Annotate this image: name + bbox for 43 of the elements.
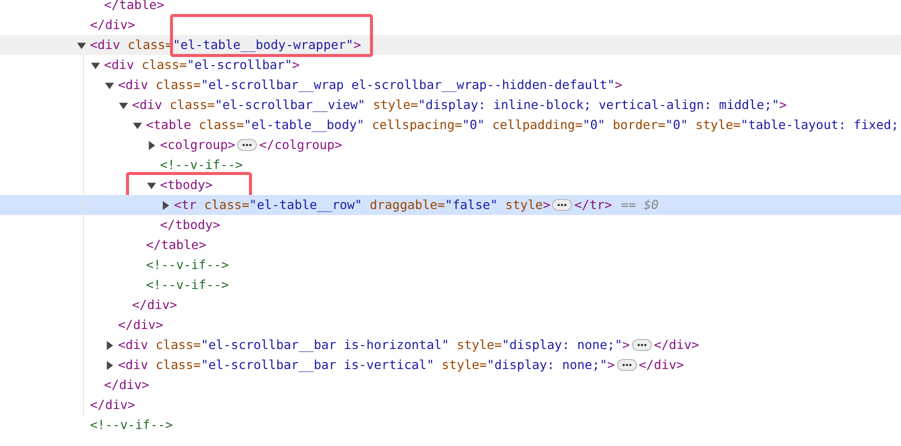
expand-arrow-icon[interactable] (105, 340, 114, 350)
html-tag-text[interactable]: <!--v-if--> (160, 158, 243, 172)
collapsed-content-button[interactable] (632, 339, 652, 351)
expand-arrow-icon[interactable] (77, 40, 86, 50)
ellipsis-icon (636, 343, 647, 347)
closing-tag-text: </div> (654, 338, 699, 352)
html-tag-text[interactable]: <table class="el-table__body" cellspacing="0" cellpadding="0" border="0" style="table-layout: fixed; (146, 118, 899, 132)
closing-tag-text: </colgroup> (259, 138, 342, 152)
html-tag-text[interactable]: </div> (104, 378, 150, 392)
html-tag-text[interactable]: </div> (132, 298, 178, 312)
html-tag-text[interactable]: <!--v-if--> (146, 258, 229, 272)
expand-arrow-icon[interactable] (105, 360, 114, 370)
closing-tag-text: </div> (638, 358, 684, 372)
ellipsis-icon (622, 363, 632, 367)
expand-arrow-icon[interactable] (91, 60, 100, 70)
ellipsis-icon (242, 143, 252, 147)
html-tag-text[interactable]: <div class="el-scrollbar__view" style="display: inline-block; vertical-align: middle;"> (132, 98, 787, 112)
html-tag-text[interactable]: </table> (146, 238, 206, 252)
expand-arrow-icon[interactable] (147, 140, 156, 150)
console-reference-text: == $0 (621, 196, 659, 214)
html-tag-text[interactable]: <!--v-if--> (90, 418, 173, 432)
html-tag-text[interactable]: <div class="el-scrollbar__wrap el-scrollbar__wrap--hidden-default"> (118, 78, 622, 92)
html-tag-text[interactable]: <div class="el-scrollbar"> (104, 58, 300, 72)
closing-tag-text: </tr> (574, 198, 612, 212)
expand-arrow-icon[interactable] (133, 120, 142, 130)
html-tag-text[interactable]: <colgroup> (160, 138, 236, 152)
expand-arrow-icon[interactable] (119, 100, 128, 110)
html-tag-text[interactable]: <div class="el-scrollbar__bar is-horizontal" style="display: none;"> (118, 338, 630, 352)
html-tag-text[interactable]: <div class="el-scrollbar__bar is-vertical" style="display: none;"> (118, 358, 615, 372)
html-tag-text[interactable]: <!--v-if--> (146, 278, 229, 292)
html-tag-text[interactable]: </div> (118, 318, 164, 332)
html-tag-text[interactable]: <tbody> (160, 178, 213, 192)
expand-arrow-icon[interactable] (105, 80, 114, 90)
html-tag-text[interactable]: </div> (90, 18, 136, 32)
html-tag-text[interactable]: <tr class="el-table__row" draggable="false" style> (174, 198, 550, 212)
ellipsis-icon (557, 203, 568, 207)
html-tag-text[interactable]: </tbody> (160, 218, 220, 232)
html-tag-text[interactable]: </div> (90, 398, 136, 412)
expand-arrow-icon[interactable] (161, 200, 170, 210)
expand-arrow-icon[interactable] (147, 180, 156, 190)
collapsed-content-button[interactable] (552, 199, 572, 211)
collapsed-content-button[interactable] (616, 359, 637, 371)
collapsed-content-button[interactable] (237, 139, 258, 151)
